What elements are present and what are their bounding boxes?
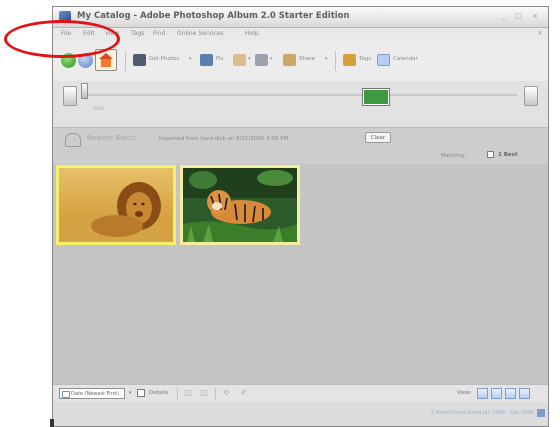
filter-bar: Newest Batch Imported from hard disk on … [53, 128, 548, 164]
window-controls[interactable]: _ □ × [502, 12, 542, 20]
window-title: My Catalog - Adobe Photoshop Album 2.0 S… [77, 11, 350, 21]
view-date-button[interactable] [505, 388, 516, 399]
binoculars-icon [65, 133, 81, 147]
view-label: View: [457, 390, 472, 396]
title-bar[interactable]: My Catalog - Adobe Photoshop Album 2.0 S… [53, 7, 548, 28]
statusbar-separator [177, 388, 178, 400]
forward-button[interactable] [78, 53, 93, 68]
fix-button[interactable]: Fix [216, 56, 224, 62]
statusbar-separator [215, 388, 216, 400]
sort-order-select[interactable]: Date (Newest First) [59, 388, 125, 399]
calendar-icon[interactable] [377, 54, 390, 66]
clear-button[interactable]: Clear [365, 132, 391, 143]
home-icon-body [101, 59, 111, 67]
home-button[interactable] [95, 49, 117, 71]
timeline-date-marker[interactable] [362, 88, 390, 106]
print-icon[interactable] [255, 54, 268, 66]
timeline-year-label: 2006 [93, 107, 105, 112]
view-thumbnail-button[interactable] [477, 388, 488, 399]
photo-thumbnail-tiger[interactable] [180, 165, 300, 245]
menu-view[interactable]: View [105, 30, 119, 37]
tiger-image [183, 168, 297, 242]
menu-tags[interactable]: Tags [131, 30, 144, 37]
edit-icon[interactable]: ✐ [239, 388, 249, 398]
timeline-start-handle[interactable] [81, 83, 88, 99]
get-photos-dropdown-icon[interactable]: ▾ [189, 56, 192, 62]
timeline: 2006 [53, 81, 548, 128]
share-button[interactable]: Share [299, 56, 315, 62]
menu-file[interactable]: File [61, 30, 71, 37]
rotate-right-icon[interactable]: ◫ [199, 388, 209, 398]
timeline-left-arrow[interactable] [63, 86, 77, 106]
best-match-label: 1 Best [498, 152, 518, 158]
details-label: Details [149, 390, 169, 396]
status-bar: Date (Newest First) ▾ Details ◫ ◫ ⟲ ✐ Vi… [53, 384, 548, 403]
menu-online-services[interactable]: Online Services [177, 30, 224, 37]
refresh-icon[interactable]: ⟲ [221, 388, 231, 398]
view-slideshow-button[interactable] [519, 388, 530, 399]
menu-find[interactable]: Find [153, 30, 165, 37]
creations-icon[interactable] [233, 54, 246, 66]
share-icon[interactable] [283, 54, 296, 66]
camera-icon[interactable] [133, 54, 146, 66]
items-found-text: 2 items found dated Jan 2006 - Dec 2006 [430, 410, 534, 416]
best-match-checkbox[interactable] [487, 151, 494, 158]
filter-name: Newest Batch [87, 134, 136, 142]
get-photos-button[interactable]: Get Photos [149, 56, 179, 62]
filter-description: Imported from hard disk on 8/31/2006 3:0… [159, 136, 289, 142]
view-single-button[interactable] [491, 388, 502, 399]
creations-dropdown-icon[interactable]: ▾ [248, 56, 251, 62]
toolbar-separator [335, 51, 336, 71]
calendar-button[interactable]: Calendar [393, 56, 418, 62]
menu-close-icon[interactable]: × [537, 29, 543, 37]
tags-button[interactable]: Tags [359, 56, 371, 62]
menu-edit[interactable]: Edit [83, 30, 95, 37]
fix-icon[interactable] [200, 54, 213, 66]
sort-dropdown-icon[interactable]: ▾ [129, 390, 132, 396]
toolbar: Get Photos ▾ Fix ▾ ▾ Share ▾ Tags Calend… [53, 41, 548, 82]
rotate-left-icon[interactable]: ◫ [183, 388, 193, 398]
sort-order-value: Date (Newest First) [71, 391, 120, 397]
photo-grid [53, 164, 548, 384]
menu-help[interactable]: Help [245, 30, 259, 37]
tag-icon[interactable] [343, 54, 356, 66]
menu-bar: File Edit View Tags Find Online Services… [53, 28, 548, 41]
toolbar-separator [125, 51, 126, 71]
details-checkbox[interactable] [137, 389, 145, 397]
sort-icon [62, 391, 70, 398]
timeline-right-arrow[interactable] [524, 86, 538, 106]
footer: 2 items found dated Jan 2006 - Dec 2006 [53, 402, 548, 426]
app-window: My Catalog - Adobe Photoshop Album 2.0 S… [52, 6, 549, 427]
lion-image [59, 168, 173, 242]
status-icon [537, 409, 545, 417]
photo-thumbnail-lion[interactable] [56, 165, 176, 245]
share-dropdown-icon[interactable]: ▾ [325, 56, 328, 62]
app-icon [59, 11, 71, 22]
page-edge-marker [50, 419, 54, 427]
timeline-track[interactable] [85, 94, 517, 96]
print-dropdown-icon[interactable]: ▾ [270, 56, 273, 62]
back-button[interactable] [61, 53, 76, 68]
matching-label: Matching: [441, 153, 466, 159]
